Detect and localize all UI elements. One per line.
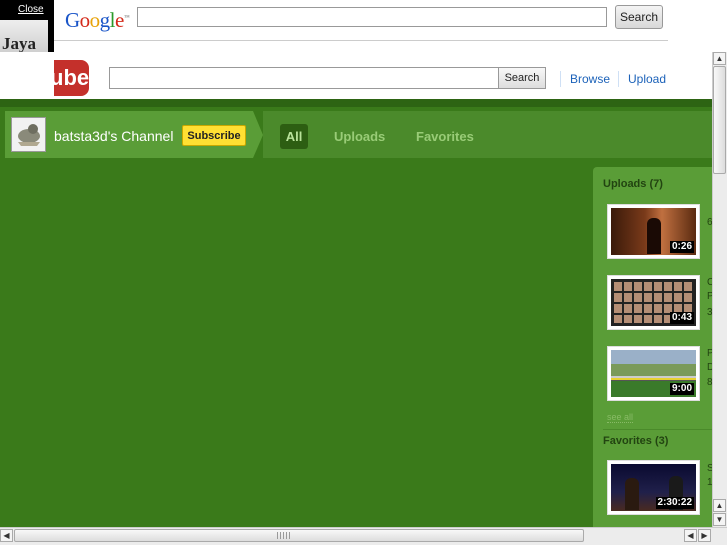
ad-title: Jaya <box>2 34 36 53</box>
scroll-left-icon[interactable]: ◀ <box>0 529 13 542</box>
google-logo: Google™ <box>65 8 130 32</box>
favorite-video-thumbnail[interactable]: 2:30:22 <box>607 460 700 515</box>
scroll-right-icon[interactable]: ▶ <box>698 529 711 542</box>
youtube-search-input[interactable] <box>109 67 499 89</box>
browse-link[interactable]: Browse <box>570 72 610 86</box>
nav-separator <box>618 71 619 87</box>
scroll-left-icon[interactable]: ◀ <box>684 529 697 542</box>
channel-tab-bar <box>263 111 712 158</box>
scroll-up-icon[interactable]: ▲ <box>713 52 726 65</box>
video-thumbnail-image: 0:26 <box>611 208 696 255</box>
upload-video-thumbnail[interactable]: 9:00 <box>607 346 700 401</box>
ad-close-link[interactable]: Close <box>18 4 44 15</box>
youtube-logo[interactable]: ube <box>54 60 89 96</box>
upload-video-thumbnail[interactable]: 0:26 <box>607 204 700 259</box>
video-duration: 9:00 <box>669 383 694 395</box>
video-thumbnail-image: 9:00 <box>611 350 696 397</box>
google-search-button[interactable]: Search <box>615 5 663 29</box>
video-duration: 0:26 <box>669 241 694 253</box>
vertical-scroll-thumb[interactable] <box>713 66 726 174</box>
channel-name: batsta3d's Channel <box>54 128 174 144</box>
nav-separator <box>560 71 561 87</box>
video-thumbnail-image: 2:30:22 <box>611 464 696 511</box>
avatar-image <box>12 118 45 151</box>
see-all-link[interactable]: see all <box>607 412 634 423</box>
channel-header-arrow <box>253 111 263 158</box>
google-search-input[interactable] <box>137 7 607 27</box>
scroll-grip-icon <box>277 532 291 539</box>
channel-top-band <box>0 99 712 107</box>
subscribe-button[interactable]: Subscribe <box>182 125 246 146</box>
sidebar-divider <box>603 429 712 430</box>
tab-favorites[interactable]: Favorites <box>416 129 474 144</box>
horizontal-scroll-thumb[interactable] <box>14 529 584 542</box>
youtube-search-button[interactable]: Search <box>498 67 546 89</box>
video-duration: 2:30:22 <box>655 497 694 509</box>
scroll-down-icon[interactable]: ▼ <box>713 513 726 526</box>
video-thumbnail-image: 0:43 <box>611 279 696 326</box>
favorites-heading[interactable]: Favorites (3) <box>603 435 668 447</box>
scroll-up-icon[interactable]: ▲ <box>713 499 726 512</box>
tab-uploads[interactable]: Uploads <box>334 129 385 144</box>
upload-link[interactable]: Upload <box>628 72 666 86</box>
tab-all[interactable]: All <box>280 124 308 149</box>
avatar[interactable] <box>11 117 46 152</box>
uploads-heading[interactable]: Uploads (7) <box>603 178 663 190</box>
upload-video-thumbnail[interactable]: 0:43 <box>607 275 700 330</box>
video-duration: 0:43 <box>669 312 694 324</box>
